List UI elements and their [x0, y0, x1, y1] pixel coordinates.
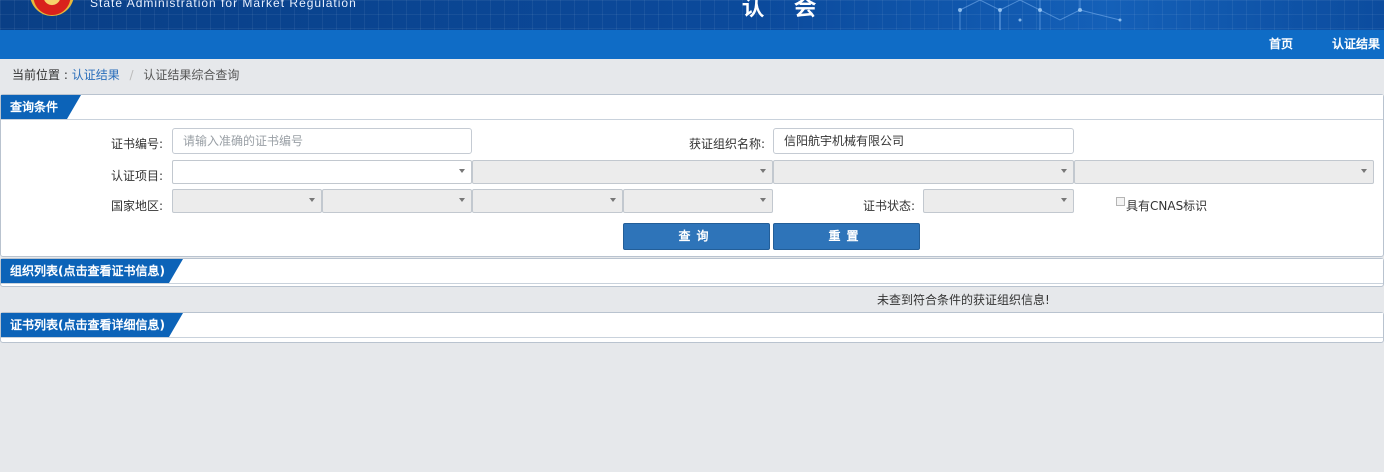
chevron-down-icon — [610, 198, 616, 202]
org-list-panel: 组织列表(点击查看证书信息) — [0, 258, 1384, 287]
org-list-panel-title: 组织列表(点击查看证书信息) — [1, 259, 183, 283]
banner-title: 认 会 — [742, 0, 829, 20]
org-name-input[interactable]: 信阳航宇机械有限公司 — [773, 128, 1074, 154]
cert-project-select-4[interactable] — [1074, 160, 1374, 184]
cert-project-label: 认证项目: — [110, 169, 163, 183]
cert-status-label: 证书状态: — [862, 199, 915, 213]
query-panel-title: 查询条件 — [1, 95, 81, 119]
reset-button[interactable]: 重置 — [773, 223, 920, 250]
breadcrumb: 当前位置 : 认证结果 / 认证结果综合查询 — [12, 66, 239, 83]
chevron-down-icon — [1361, 169, 1367, 173]
cert-number-label: 证书编号: — [110, 137, 163, 151]
hexagon-network-icon — [958, 0, 1122, 30]
search-button[interactable]: 查询 — [623, 223, 770, 250]
cert-list-panel: 证书列表(点击查看详细信息) — [0, 312, 1384, 343]
breadcrumb-link-cert-results[interactable]: 认证结果 — [72, 68, 120, 82]
cert-list-panel-header: 证书列表(点击查看详细信息) — [1, 313, 1383, 338]
query-panel-header: 查询条件 — [1, 95, 1383, 120]
cert-project-select-2[interactable] — [472, 160, 773, 184]
region-select-2[interactable] — [322, 189, 472, 213]
chevron-down-icon — [760, 198, 766, 202]
cert-list-panel-title: 证书列表(点击查看详细信息) — [1, 313, 183, 337]
site-banner: State Administration for Market Regulati… — [0, 0, 1384, 30]
region-select-3[interactable] — [472, 189, 623, 213]
chevron-down-icon — [309, 198, 315, 202]
breadcrumb-separator: / — [129, 68, 134, 82]
nav-item-home[interactable]: 首页 — [1269, 30, 1293, 59]
query-panel: 查询条件 证书编号: 请输入准确的证书编号 获证组织名称: 信阳航宇机械有限公司… — [0, 94, 1384, 257]
nav-item-cert-results[interactable]: 认证结果 — [1332, 30, 1380, 59]
org-name-label: 获证组织名称: — [688, 137, 765, 151]
org-list-empty-message: 未查到符合条件的获证组织信息! — [877, 293, 1050, 307]
region-select-4[interactable] — [623, 189, 773, 213]
cnas-checkbox[interactable] — [1116, 197, 1125, 206]
region-label: 国家地区: — [110, 199, 163, 213]
breadcrumb-current: 认证结果综合查询 — [143, 68, 240, 82]
breadcrumb-prefix: 当前位置 : — [12, 68, 68, 82]
cert-status-select[interactable] — [923, 189, 1074, 213]
cert-project-select-1[interactable] — [172, 160, 472, 184]
cnas-label: 具有CNAS标识 — [1126, 199, 1208, 213]
org-name-english: State Administration for Market Regulati… — [90, 0, 357, 10]
chevron-down-icon — [459, 169, 465, 173]
org-list-panel-header: 组织列表(点击查看证书信息) — [1, 259, 1383, 284]
cert-number-input[interactable]: 请输入准确的证书编号 — [172, 128, 472, 154]
chevron-down-icon — [760, 169, 766, 173]
cert-project-select-3[interactable] — [773, 160, 1074, 184]
chevron-down-icon — [1061, 198, 1067, 202]
chevron-down-icon — [459, 198, 465, 202]
main-navbar: 首页 认证结果 — [0, 30, 1384, 59]
region-select-1[interactable] — [172, 189, 322, 213]
chevron-down-icon — [1061, 169, 1067, 173]
